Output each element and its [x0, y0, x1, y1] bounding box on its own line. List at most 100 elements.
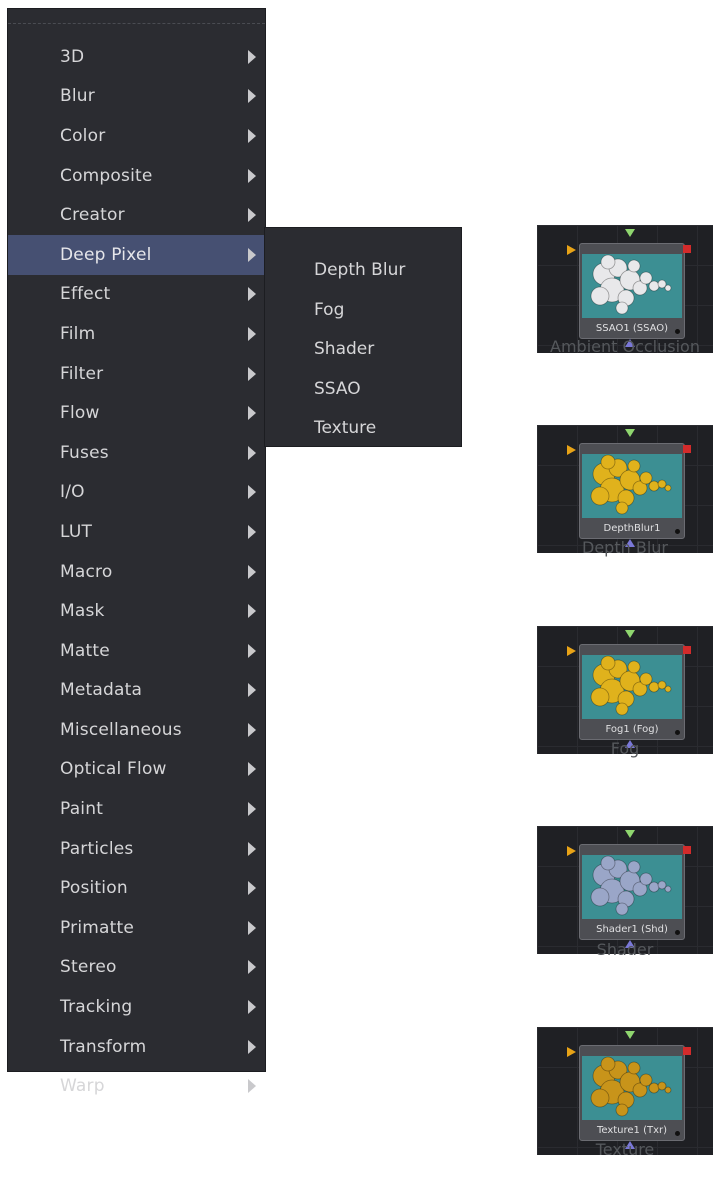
node-panel: Texture1 (Txr) — [537, 1027, 713, 1155]
effect-mask-pin-icon[interactable] — [625, 630, 635, 638]
menu-item-warp[interactable]: Warp — [8, 1066, 265, 1106]
deep-pixel-submenu: Depth Blur Fog Shader SSAO Texture — [264, 227, 462, 447]
submenu-arrow-icon — [248, 366, 256, 381]
menu-item-list: 3D Blur Color Composite Creator Deep Pix… — [8, 37, 265, 1106]
output-pin-icon[interactable] — [683, 846, 691, 854]
menu-item-label: Matte — [60, 640, 110, 661]
menu-tearoff-line[interactable] — [8, 23, 265, 24]
menu-item-mask[interactable]: Mask — [8, 591, 265, 631]
menu-item-label: Transform — [60, 1036, 147, 1057]
submenu-item-ssao[interactable]: SSAO — [265, 369, 461, 409]
output-pin-icon[interactable] — [683, 1047, 691, 1055]
menu-item-label: Mask — [60, 601, 105, 622]
node-name-label: Shader1 (Shd) — [596, 924, 668, 935]
menu-item-io[interactable]: I/O — [8, 473, 265, 513]
submenu-item-shader[interactable]: Shader — [265, 329, 461, 369]
submenu-item-fog[interactable]: Fog — [265, 290, 461, 330]
menu-item-filter[interactable]: Filter — [8, 354, 265, 394]
input-pin-icon[interactable] — [567, 445, 576, 455]
submenu-arrow-icon — [248, 762, 256, 777]
submenu-arrow-icon — [248, 841, 256, 856]
output-pin-icon[interactable] — [683, 646, 691, 654]
menu-item-particles[interactable]: Particles — [8, 829, 265, 869]
context-menu: 3D Blur Color Composite Creator Deep Pix… — [7, 8, 266, 1096]
node-panel: SSAO1 (SSAO) — [537, 225, 713, 353]
submenu-arrow-icon — [248, 485, 256, 500]
submenu-arrow-icon — [248, 208, 256, 223]
submenu-arrow-icon — [248, 643, 256, 658]
tool-node[interactable]: SSAO1 (SSAO) — [579, 243, 685, 339]
sphere-cluster-icon — [590, 454, 672, 515]
tool-node[interactable]: Texture1 (Txr) — [579, 1045, 685, 1141]
node-thumbnail-image — [582, 855, 682, 919]
submenu-arrow-icon — [248, 89, 256, 104]
sphere-cluster-icon — [590, 655, 672, 716]
submenu-arrow-icon — [248, 128, 256, 143]
input-pin-icon[interactable] — [567, 846, 576, 856]
input-pin-icon[interactable] — [567, 646, 576, 656]
effect-mask-pin-icon[interactable] — [625, 830, 635, 838]
output-pin-icon[interactable] — [683, 445, 691, 453]
submenu-item-depth-blur[interactable]: Depth Blur — [265, 250, 461, 290]
menu-item-optical-flow[interactable]: Optical Flow — [8, 750, 265, 790]
node-status-dot — [675, 1131, 680, 1136]
submenu-arrow-icon — [248, 49, 256, 64]
input-pin-icon[interactable] — [567, 1047, 576, 1057]
input-pin-icon[interactable] — [567, 245, 576, 255]
tool-node[interactable]: Fog1 (Fog) — [579, 644, 685, 740]
menu-item-metadata[interactable]: Metadata — [8, 671, 265, 711]
output-pin-icon[interactable] — [683, 245, 691, 253]
node-caption: Depth Blur — [582, 538, 668, 557]
node-status-dot — [675, 529, 680, 534]
node-thumbnail-image — [582, 655, 682, 719]
menu-item-label: Composite — [60, 165, 153, 186]
submenu-arrow-icon — [248, 168, 256, 183]
menu-item-label: 3D — [60, 46, 85, 67]
menu-item-label: Paint — [60, 799, 104, 820]
submenu-item-label: Shader — [314, 339, 375, 359]
menu-item-label: Creator — [60, 205, 125, 226]
tool-node[interactable]: DepthBlur1 — [579, 443, 685, 539]
node-name-label: Texture1 (Txr) — [596, 1125, 668, 1136]
menu-item-matte[interactable]: Matte — [8, 631, 265, 671]
submenu-item-texture[interactable]: Texture — [265, 408, 461, 448]
menu-item-color[interactable]: Color — [8, 116, 265, 156]
tool-node[interactable]: Shader1 (Shd) — [579, 844, 685, 940]
node-panel: Fog1 (Fog) — [537, 626, 713, 754]
menu-item-tracking[interactable]: Tracking — [8, 987, 265, 1027]
menu-item-paint[interactable]: Paint — [8, 789, 265, 829]
submenu-arrow-icon — [248, 326, 256, 341]
menu-item-primatte[interactable]: Primatte — [8, 908, 265, 948]
node-status-dot — [675, 930, 680, 935]
menu-item-label: Primatte — [60, 917, 135, 938]
menu-item-effect[interactable]: Effect — [8, 275, 265, 315]
menu-item-miscellaneous[interactable]: Miscellaneous — [8, 710, 265, 750]
submenu-arrow-icon — [248, 247, 256, 262]
menu-item-blur[interactable]: Blur — [8, 77, 265, 117]
menu-item-label: Effect — [60, 284, 111, 305]
menu-item-position[interactable]: Position — [8, 868, 265, 908]
menu-item-macro[interactable]: Macro — [8, 552, 265, 592]
menu-item-creator[interactable]: Creator — [8, 195, 265, 235]
menu-item-film[interactable]: Film — [8, 314, 265, 354]
menu-item-fuses[interactable]: Fuses — [8, 433, 265, 473]
menu-item-lut[interactable]: LUT — [8, 512, 265, 552]
menu-item-3d[interactable]: 3D — [8, 37, 265, 77]
menu-item-label: Optical Flow — [60, 759, 167, 780]
submenu-item-label: Fog — [314, 299, 345, 320]
effect-mask-pin-icon[interactable] — [625, 229, 635, 237]
menu-item-transform[interactable]: Transform — [8, 1027, 265, 1067]
menu-item-flow[interactable]: Flow — [8, 393, 265, 433]
sphere-cluster-icon — [590, 855, 672, 916]
node-caption: Texture — [595, 1140, 655, 1159]
effect-mask-pin-icon[interactable] — [625, 429, 635, 437]
menu-item-composite[interactable]: Composite — [8, 156, 265, 196]
menu-item-label: LUT — [60, 521, 93, 542]
menu-item-stereo[interactable]: Stereo — [8, 948, 265, 988]
menu-item-label: Filter — [60, 363, 104, 384]
menu-item-label: Macro — [60, 561, 113, 582]
effect-mask-pin-icon[interactable] — [625, 1031, 635, 1039]
submenu-item-list: Depth Blur Fog Shader SSAO Texture — [265, 250, 461, 448]
node-panel: Shader1 (Shd) — [537, 826, 713, 954]
menu-item-deep-pixel[interactable]: Deep Pixel — [8, 234, 265, 275]
